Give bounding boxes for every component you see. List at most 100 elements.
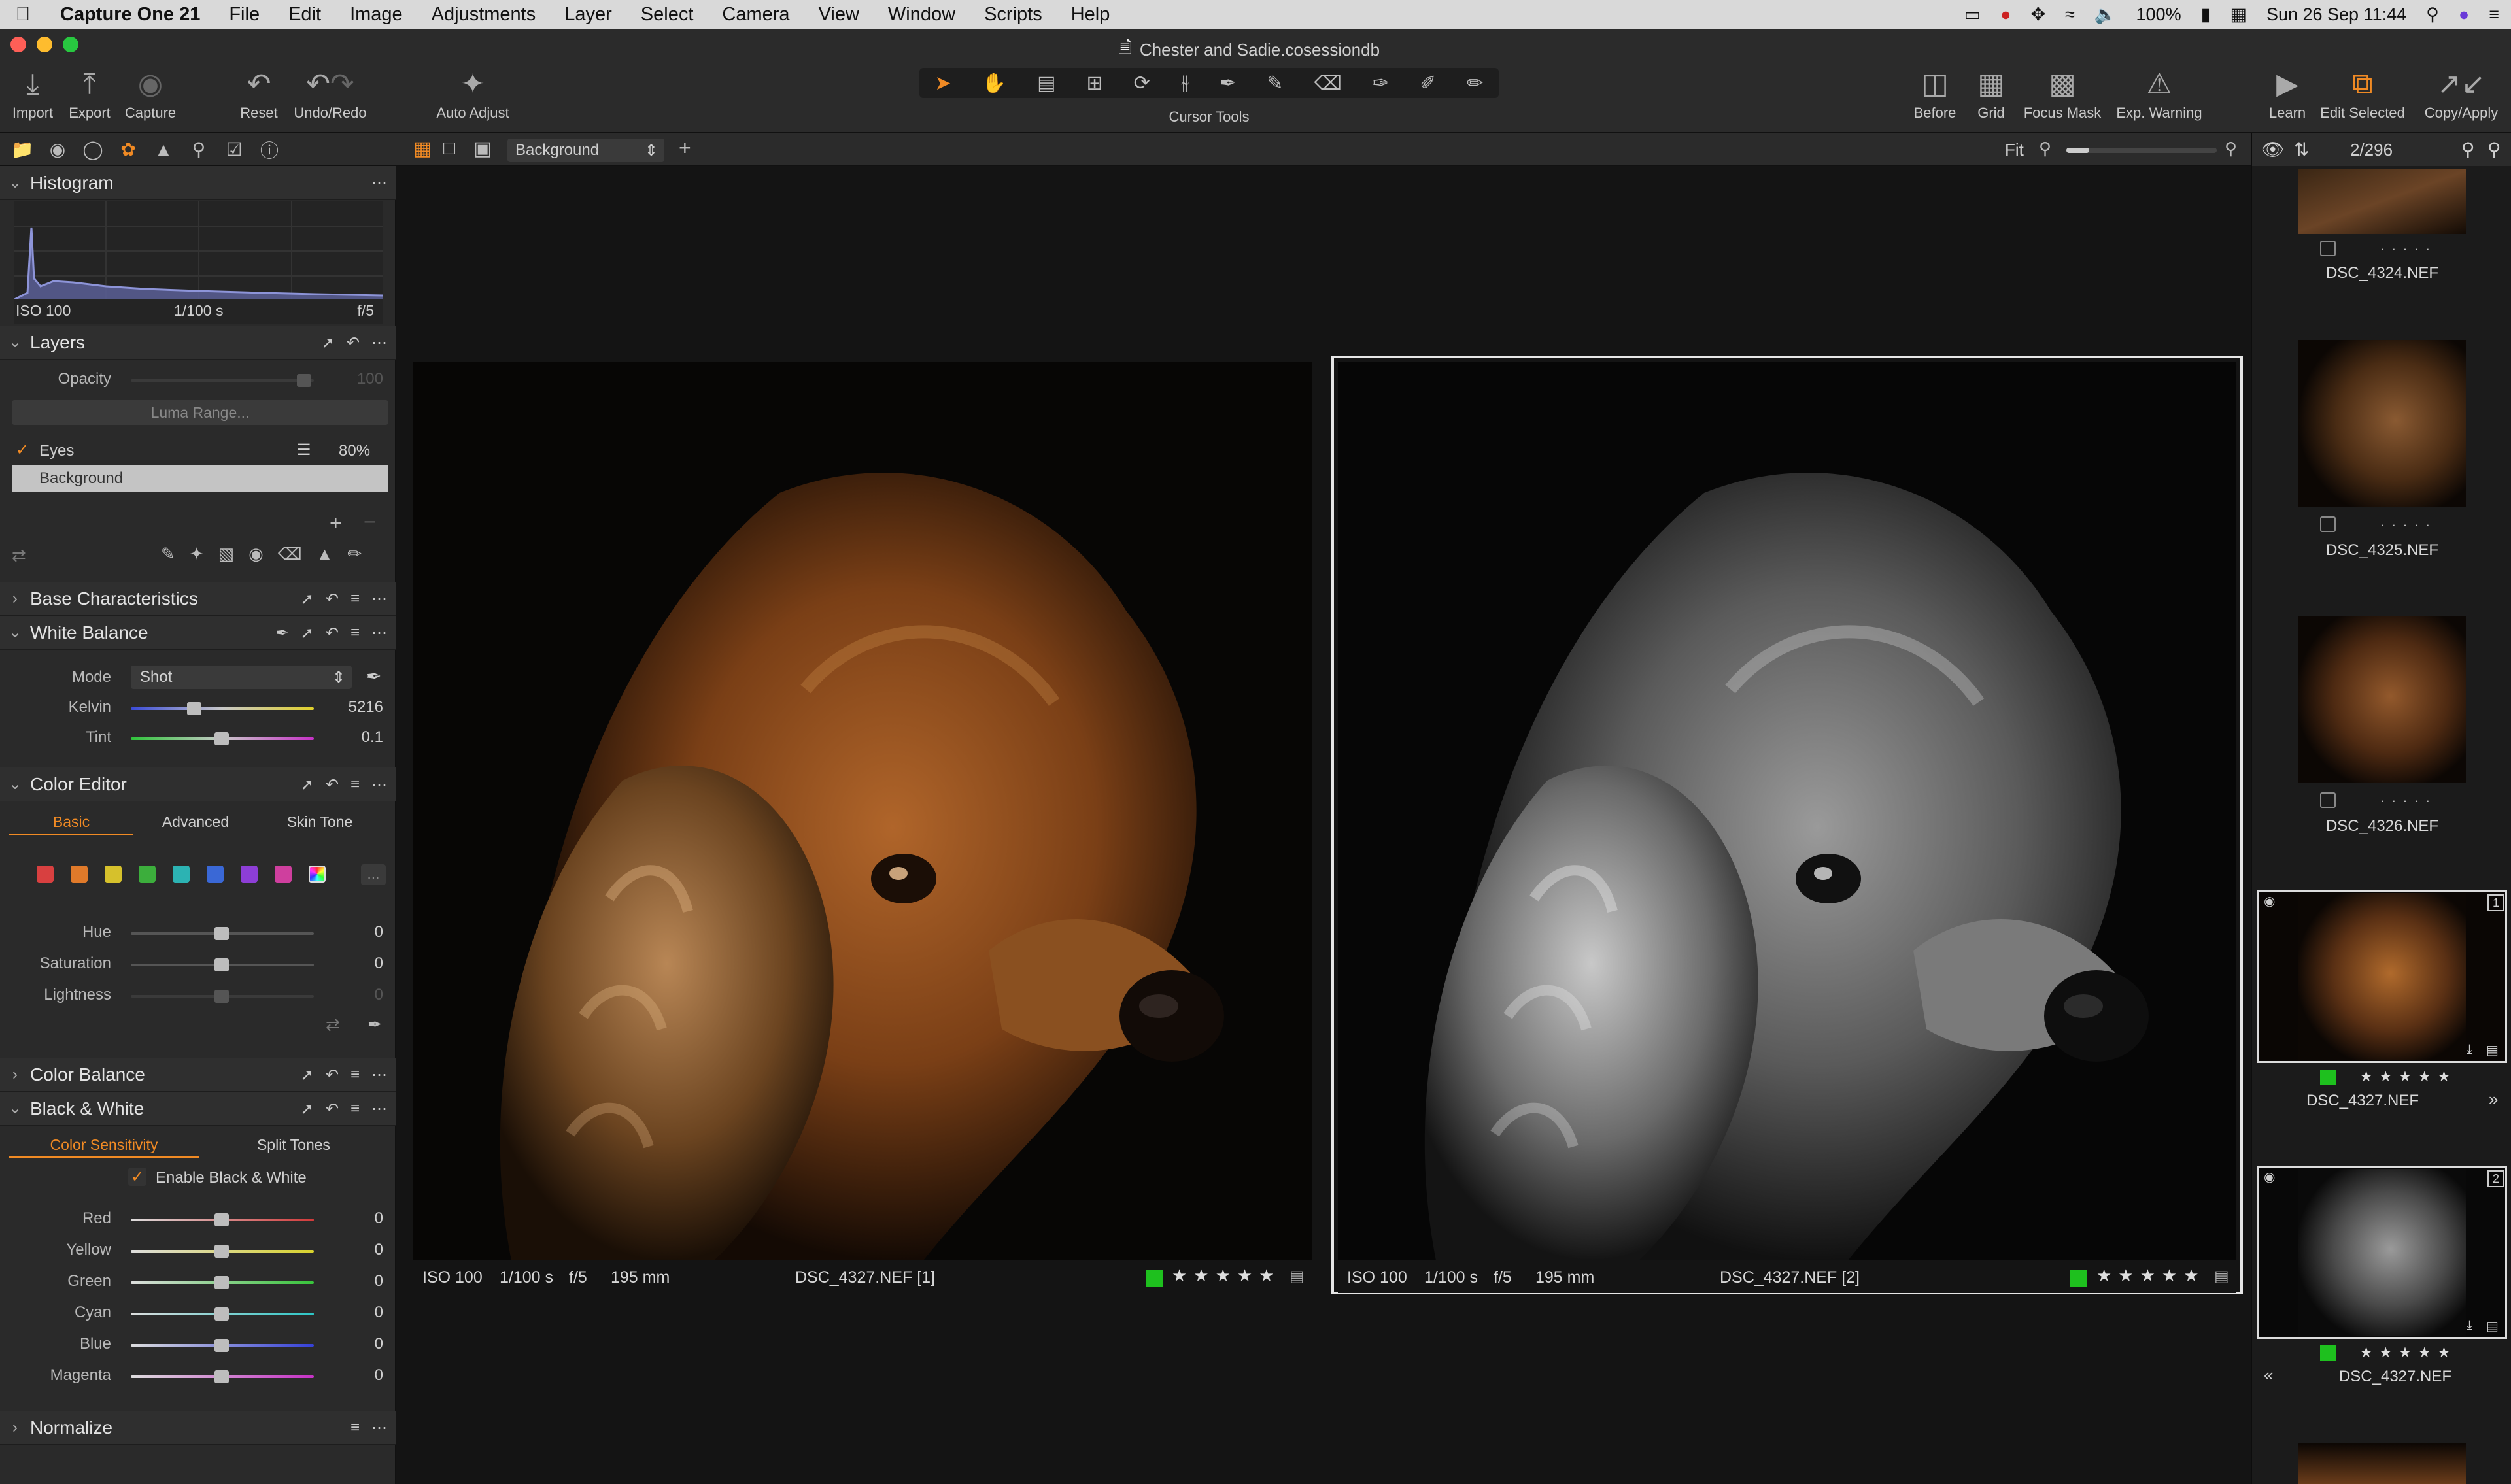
- clone-icon[interactable]: ▲: [316, 544, 333, 564]
- menu-select[interactable]: Select: [626, 4, 708, 25]
- export-button[interactable]: ⤒ Export: [60, 61, 119, 133]
- color-picker-icon[interactable]: ✒: [367, 1015, 382, 1035]
- color-balance-header[interactable]: › Color Balance ➚ ↶ ≡ ⋯: [0, 1058, 396, 1092]
- layer-row-background[interactable]: Background: [12, 465, 388, 492]
- healing-icon[interactable]: ✑: [1373, 72, 1389, 95]
- single-view-icon[interactable]: □: [443, 137, 455, 160]
- kelvin-value[interactable]: 5216: [337, 698, 383, 717]
- keystone-icon[interactable]: ⫳: [1181, 72, 1189, 94]
- menu-file[interactable]: File: [214, 4, 274, 25]
- copy-apply-button[interactable]: ↗↙ Copy/Apply: [2416, 61, 2507, 133]
- minimize-window-button[interactable]: [37, 37, 52, 52]
- opacity-value[interactable]: 100: [337, 370, 383, 388]
- rating-dots[interactable]: ·····: [2283, 241, 2511, 258]
- chevron-down-icon[interactable]: ⌄: [0, 1099, 30, 1118]
- swatch-purple[interactable]: [241, 866, 258, 883]
- presets-icon[interactable]: ≡: [350, 624, 360, 642]
- swatch-orange[interactable]: [71, 866, 88, 883]
- reset-icon[interactable]: ↶: [347, 333, 360, 352]
- focus-mask-button[interactable]: ▩ Focus Mask: [2017, 61, 2108, 133]
- color-editor-header[interactable]: ⌄ Color Editor ➚ ↶ ≡ ⋯: [0, 767, 396, 801]
- pin-icon[interactable]: ➚: [301, 590, 314, 609]
- bw-cyan-value[interactable]: 0: [337, 1304, 383, 1322]
- layer-select[interactable]: Background ⇕: [507, 139, 664, 162]
- zoom-in-icon[interactable]: ⚲: [2225, 139, 2237, 159]
- swap-icon[interactable]: ⇄: [12, 545, 26, 565]
- more-options-icon[interactable]: ⋯: [371, 333, 387, 352]
- bw-green-slider-handle[interactable]: [214, 1276, 229, 1289]
- magic-brush-icon[interactable]: ✦: [190, 544, 204, 564]
- menu-camera[interactable]: Camera: [708, 4, 804, 25]
- tab-skin-tone[interactable]: Skin Tone: [258, 813, 382, 831]
- picker-icon[interactable]: ✒: [1220, 72, 1236, 95]
- details-tab-icon[interactable]: ⚲: [186, 139, 212, 160]
- reset-icon[interactable]: ↶: [326, 775, 339, 794]
- wb-mode-select[interactable]: Shot ⇕: [131, 666, 352, 689]
- more-options-icon[interactable]: ⋯: [371, 590, 387, 609]
- eraser-icon[interactable]: ⌫: [1314, 72, 1341, 95]
- swatch-green[interactable]: [139, 866, 156, 883]
- bw-magenta-value[interactable]: 0: [337, 1366, 383, 1385]
- adjustments-tab-icon[interactable]: ☑: [221, 139, 247, 160]
- presets-icon[interactable]: ≡: [350, 1419, 360, 1437]
- sort-icon[interactable]: ⇅: [2294, 139, 2309, 160]
- expand-variants-icon[interactable]: »: [2489, 1089, 2498, 1109]
- thumbnail-image[interactable]: [2298, 340, 2466, 507]
- bw-blue-value[interactable]: 0: [337, 1335, 383, 1353]
- bw-red-value[interactable]: 0: [337, 1209, 383, 1228]
- lightness-value[interactable]: 0: [337, 986, 383, 1004]
- battery-percent[interactable]: 100%: [2136, 5, 2181, 25]
- swatch-yellow[interactable]: [105, 866, 122, 883]
- more-swatches-button[interactable]: ...: [361, 864, 386, 885]
- edit-selected-button[interactable]: ⧉ Edit Selected: [2314, 61, 2412, 133]
- radial-icon[interactable]: ◉: [248, 544, 264, 564]
- menu-image[interactable]: Image: [335, 4, 417, 25]
- menu-adjustments[interactable]: Adjustments: [417, 4, 551, 25]
- siri-icon[interactable]: ●: [2459, 5, 2469, 25]
- reset-icon[interactable]: ↶: [326, 624, 339, 643]
- rating-stars[interactable]: ★★★★★: [2283, 1068, 2511, 1085]
- annotate-icon[interactable]: ✏: [1467, 72, 1483, 95]
- add-layer-icon[interactable]: +: [679, 136, 691, 160]
- presets-icon[interactable]: ≡: [350, 1066, 360, 1084]
- mask-brush-icon[interactable]: ✐: [1420, 72, 1436, 95]
- before-button[interactable]: ◫ Before: [1905, 61, 1964, 133]
- exposure-warning-button[interactable]: ⚠ Exp. Warning: [2108, 61, 2210, 133]
- remove-layer-icon[interactable]: −: [364, 510, 376, 534]
- pin-icon[interactable]: ➚: [301, 775, 314, 794]
- eye-icon[interactable]: 👁: [2261, 139, 2285, 160]
- base-characteristics-header[interactable]: › Base Characteristics ➚ ↶ ≡ ⋯: [0, 582, 396, 616]
- opacity-slider[interactable]: [131, 379, 314, 382]
- search-icon[interactable]: ⚲: [2461, 139, 2475, 160]
- thumbnail-cell-selected[interactable]: ◉ 2 ⤓ ▤ ★★★★★ « DSC_4327.NEF: [2257, 1166, 2507, 1389]
- presets-icon[interactable]: ≡: [350, 1100, 360, 1118]
- thumbnail-cell[interactable]: ····· DSC_4325.NEF: [2257, 340, 2507, 562]
- pin-icon[interactable]: ➚: [301, 1100, 314, 1119]
- swatch-custom-icon[interactable]: [309, 866, 326, 883]
- tab-basic[interactable]: Basic: [9, 813, 133, 835]
- more-options-icon[interactable]: ⋯: [371, 775, 387, 794]
- image-info-icon[interactable]: ▤: [1290, 1267, 1305, 1286]
- bw-yellow-slider-handle[interactable]: [214, 1245, 229, 1258]
- opacity-slider-handle[interactable]: [297, 374, 311, 387]
- swap-icon[interactable]: ⇄: [326, 1015, 340, 1035]
- menu-view[interactable]: View: [804, 4, 874, 25]
- proof-view-icon[interactable]: ▣: [473, 137, 492, 160]
- tint-slider-handle[interactable]: [214, 732, 229, 745]
- chevron-down-icon[interactable]: ⌄: [0, 775, 30, 794]
- exposure-tab-icon[interactable]: ▲: [150, 139, 177, 160]
- rating-dots[interactable]: ·····: [2283, 516, 2511, 533]
- wb-picker-icon[interactable]: ✒: [366, 666, 381, 687]
- black-white-header[interactable]: ⌄ Black & White ➚ ↶ ≡ ⋯: [0, 1092, 396, 1126]
- gradient-icon[interactable]: ▧: [218, 544, 235, 564]
- erase-icon[interactable]: ⌫: [278, 544, 302, 564]
- app-menu[interactable]: Capture One 21: [46, 4, 214, 25]
- color-tab-icon[interactable]: ✿: [115, 139, 141, 160]
- chevron-right-icon[interactable]: ›: [0, 1066, 30, 1084]
- zoom-thumbs-icon[interactable]: ⚲: [2487, 139, 2501, 160]
- bw-magenta-slider-handle[interactable]: [214, 1370, 229, 1383]
- battery-icon[interactable]: ▮: [2201, 5, 2211, 25]
- color-tag[interactable]: [2070, 1270, 2087, 1287]
- bw-red-slider-handle[interactable]: [214, 1213, 229, 1226]
- lightness-slider-handle[interactable]: [214, 990, 229, 1003]
